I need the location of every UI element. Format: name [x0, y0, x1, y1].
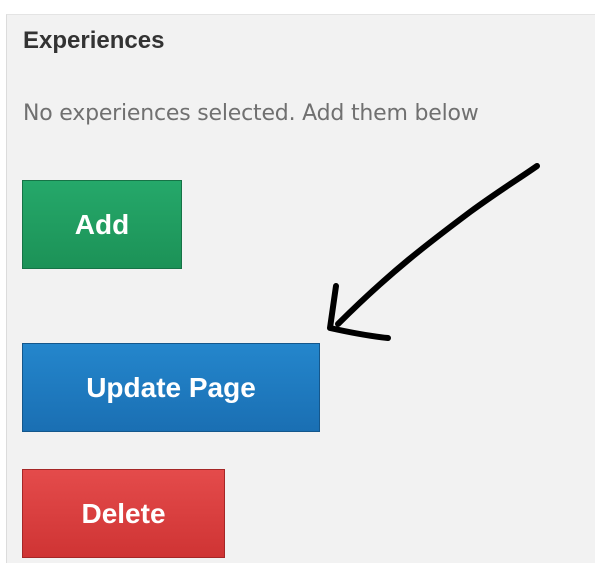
delete-button[interactable]: Delete — [22, 469, 225, 558]
add-button[interactable]: Add — [22, 180, 182, 269]
panel-title: Experiences — [23, 27, 165, 54]
update-page-button[interactable]: Update Page — [22, 343, 320, 432]
experiences-panel: Experiences No experiences selected. Add… — [6, 14, 595, 563]
empty-state-message: No experiences selected. Add them below — [23, 101, 479, 126]
